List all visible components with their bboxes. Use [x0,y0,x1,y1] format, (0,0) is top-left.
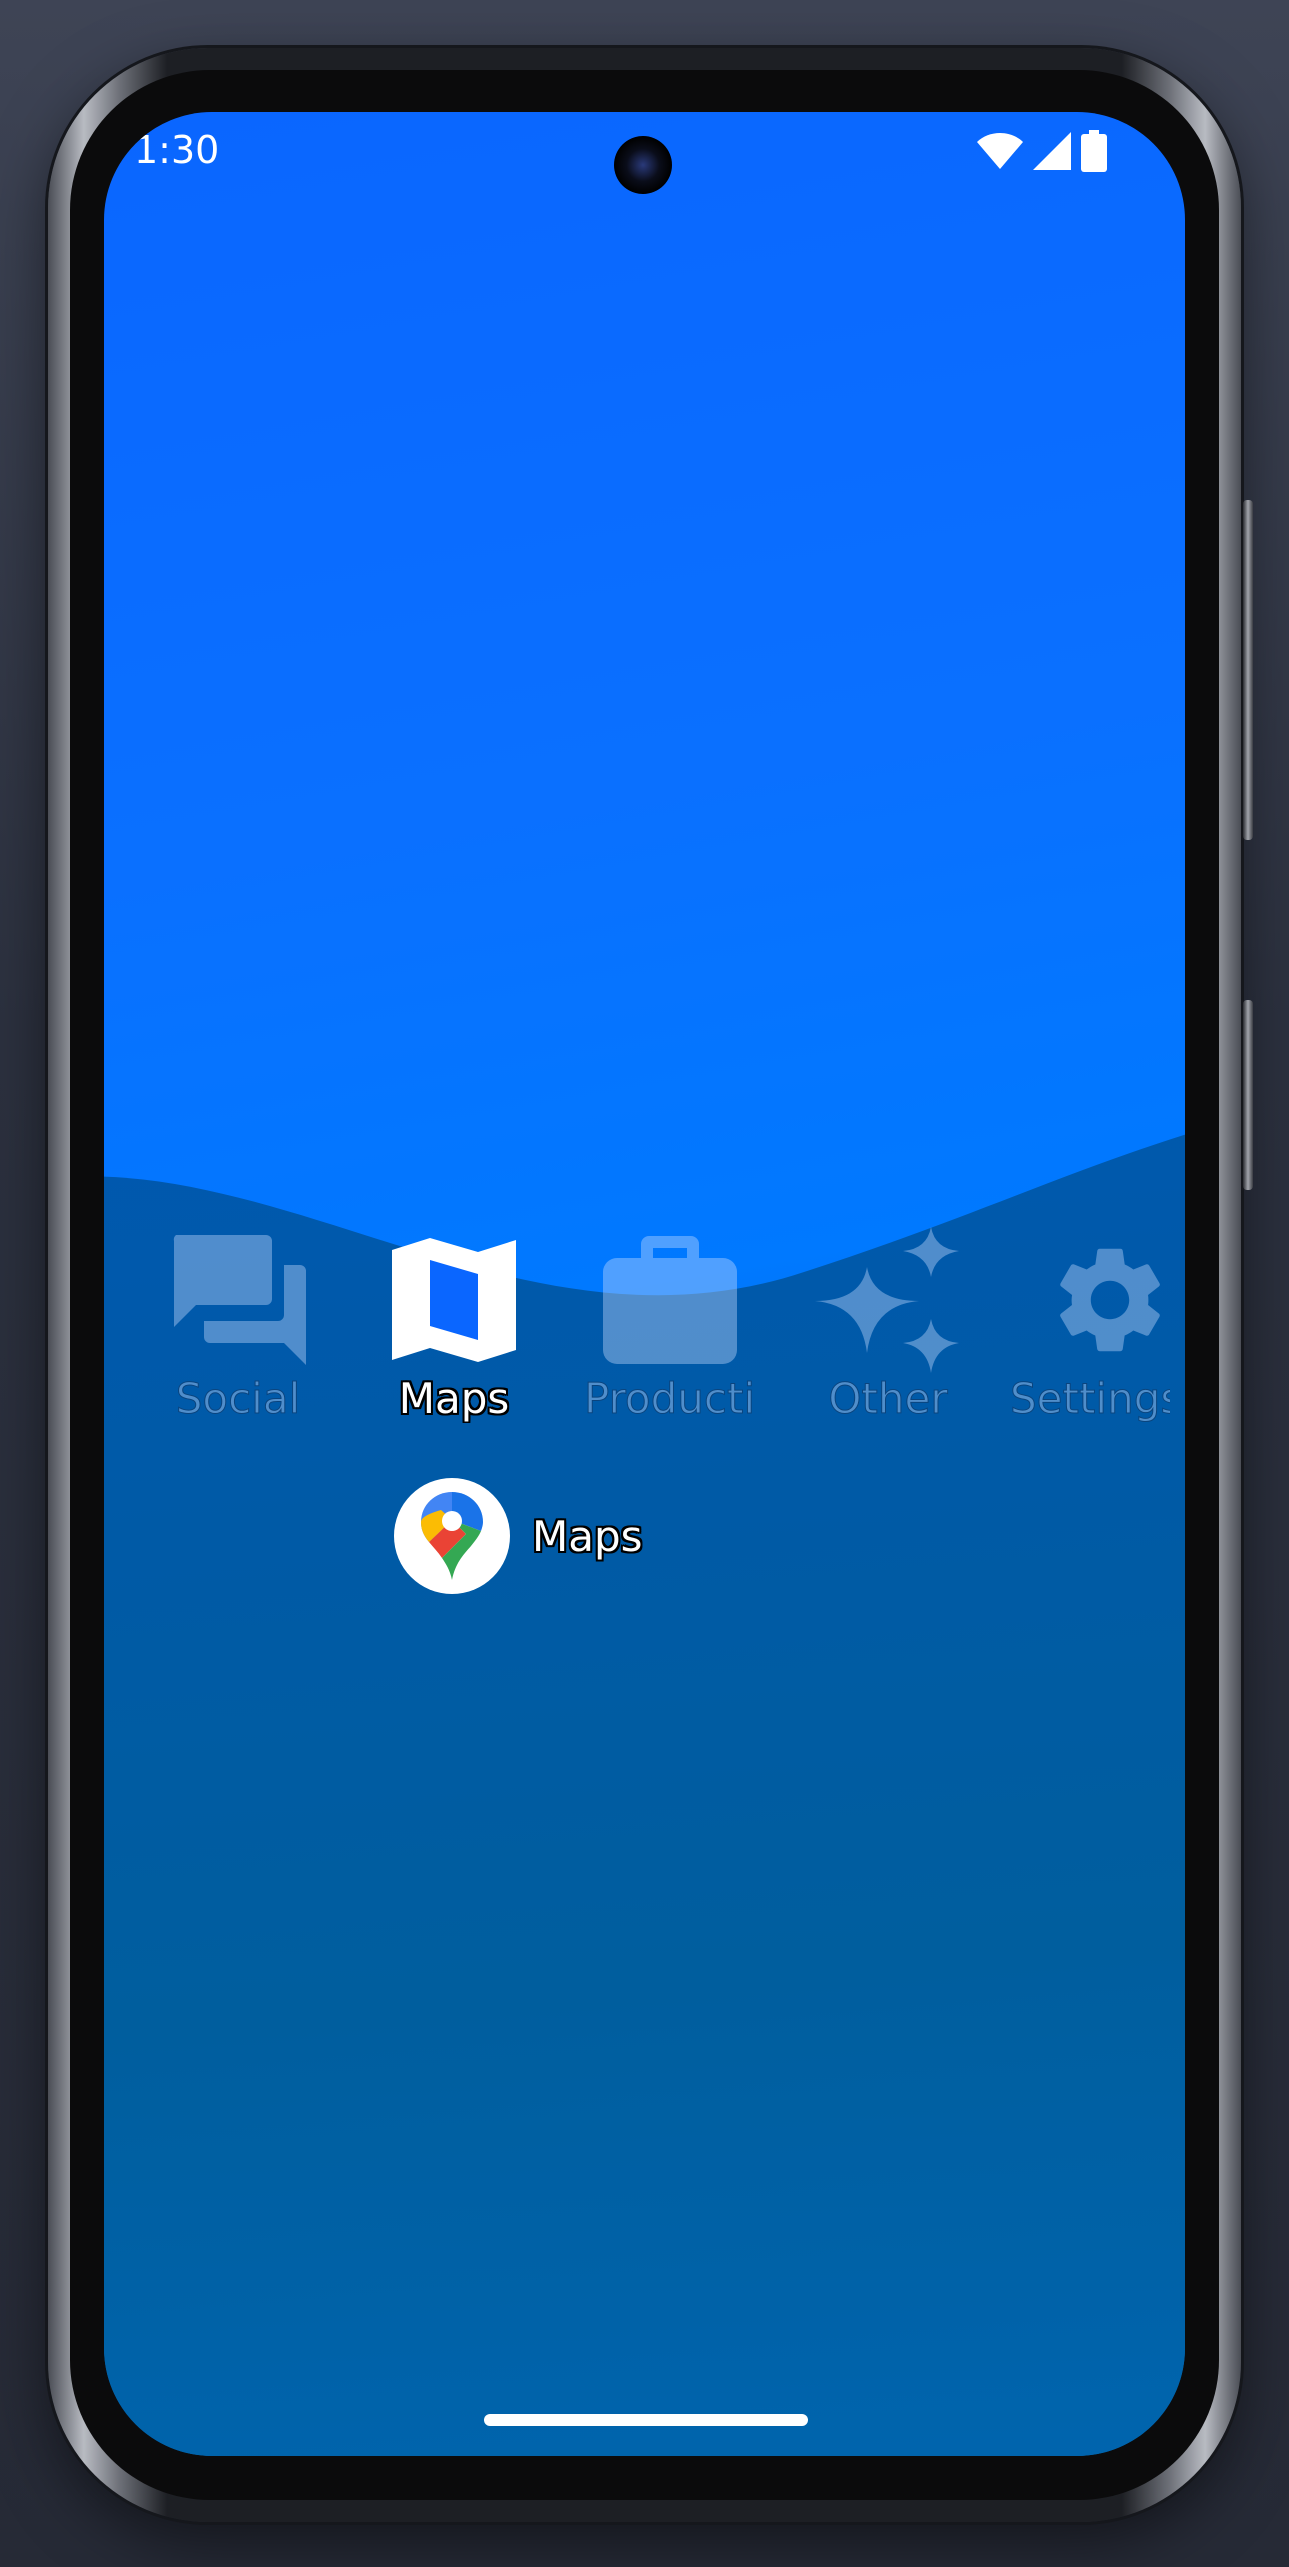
wifi-icon [977,133,1023,169]
gear-icon [1060,1248,1160,1352]
tab-label-settings: Settings [1010,1374,1170,1423]
app-label-maps: Maps [532,1511,643,1561]
tab-social[interactable]: Social [138,1230,338,1423]
navigation-handle[interactable] [484,2414,808,2426]
front-camera [614,136,672,194]
status-icons [977,130,1107,172]
tab-other[interactable]: Other [788,1227,988,1423]
volume-button [1243,1000,1253,1190]
sparkles-icon [815,1227,959,1373]
app-item-maps[interactable]: Maps [394,1478,643,1594]
tab-label-social: Social [175,1374,301,1423]
tab-maps[interactable]: Maps [354,1230,554,1423]
category-tabs: Social Maps Productiv [104,1227,1185,1470]
tab-settings[interactable]: Settings [1010,1230,1185,1423]
app-icon-container [394,1478,510,1594]
google-maps-pin-icon [421,1492,483,1580]
signal-icon [1033,132,1071,170]
briefcase-icon [603,1236,737,1364]
battery-icon [1081,130,1107,172]
screen: 1:30 Social Maps Producti Other Settings… [104,112,1185,2456]
status-bar: 1:30 [104,112,1185,194]
tab-label-maps: Maps [398,1374,510,1423]
tab-label-productivity: Productiv [584,1374,754,1423]
folded-map-icon [392,1238,516,1362]
tab-productivity[interactable]: Productiv [570,1230,770,1423]
status-time: 1:30 [134,128,220,172]
power-button [1243,500,1253,840]
chat-bubbles-icon [173,1235,306,1365]
tab-label-other: Other [828,1374,948,1423]
